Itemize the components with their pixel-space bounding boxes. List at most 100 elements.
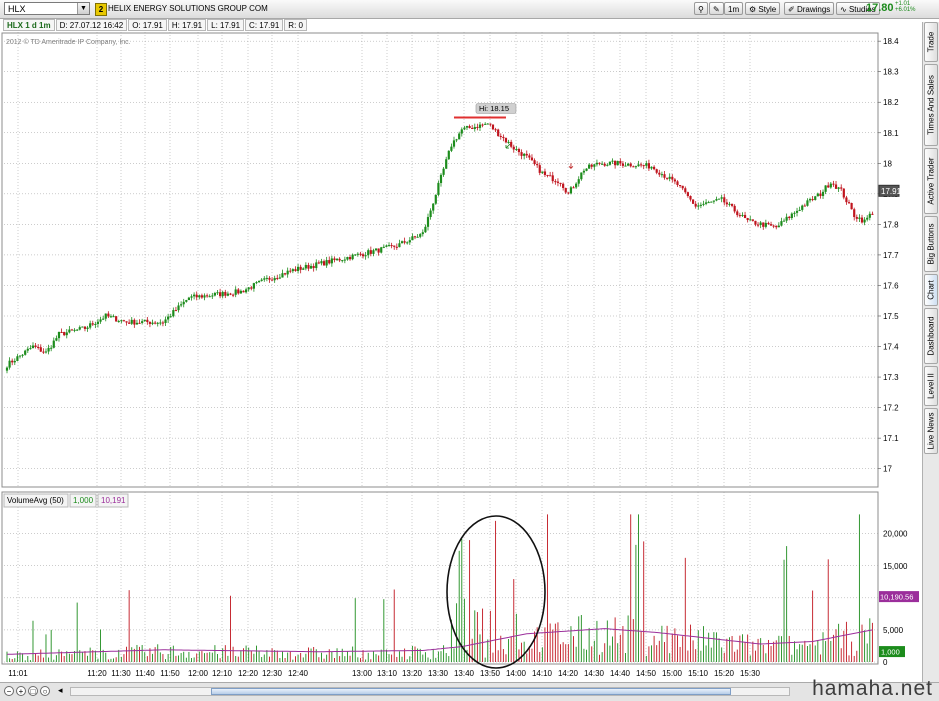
candle-body bbox=[130, 319, 133, 324]
candle-body bbox=[265, 277, 268, 279]
tab-big-buttons[interactable]: Big Buttons bbox=[924, 216, 938, 272]
candle-body bbox=[289, 270, 292, 272]
candle-body bbox=[782, 220, 786, 222]
candle-body bbox=[590, 164, 593, 167]
price-tick-label: 17.8 bbox=[883, 220, 899, 229]
candle-body bbox=[533, 160, 536, 165]
candle-body bbox=[426, 217, 430, 227]
candle-body bbox=[200, 295, 204, 298]
candle-body bbox=[302, 268, 305, 270]
price-tick-label: 18.2 bbox=[883, 98, 899, 107]
candle-body bbox=[595, 162, 599, 165]
candle-body bbox=[816, 193, 819, 197]
candle-body bbox=[317, 262, 320, 264]
candle-body bbox=[234, 289, 237, 295]
candle-body bbox=[377, 248, 380, 253]
candle-body bbox=[484, 123, 487, 125]
volume-tick-label: 20,000 bbox=[883, 530, 908, 539]
volume-axis: 20,00015,00010,0005,000010,190.561,000 bbox=[879, 530, 919, 667]
candle-body bbox=[671, 176, 674, 180]
interval-button[interactable]: 1m bbox=[724, 2, 744, 15]
candle-body bbox=[250, 287, 253, 289]
candle-body bbox=[606, 164, 609, 166]
candle-body bbox=[686, 192, 689, 197]
symbol-selector[interactable]: HLX ▼ bbox=[4, 2, 90, 15]
candle-body bbox=[146, 319, 149, 323]
candle-body bbox=[715, 199, 718, 201]
candle-body bbox=[447, 150, 450, 160]
candle-body bbox=[759, 222, 762, 225]
candle-body bbox=[691, 199, 695, 204]
price-tick-label: 18 bbox=[883, 159, 892, 168]
scroll-thumb[interactable] bbox=[211, 688, 731, 695]
studies-icon: ∿ bbox=[840, 5, 847, 14]
tab-chart[interactable]: Chart bbox=[924, 274, 938, 306]
price-tick-label: 18.1 bbox=[883, 129, 899, 138]
candle-body bbox=[109, 316, 113, 318]
candle-body bbox=[315, 262, 318, 269]
candle-body bbox=[203, 295, 206, 298]
candle-body bbox=[549, 175, 552, 177]
zoom-in-icon[interactable]: + bbox=[16, 686, 26, 696]
candle-body bbox=[775, 225, 778, 228]
style-button[interactable]: ⚙ Style bbox=[745, 2, 781, 15]
tab-trade[interactable]: Trade bbox=[924, 22, 938, 62]
candle-body bbox=[164, 319, 167, 324]
candle-body bbox=[819, 193, 822, 196]
candle-body bbox=[621, 163, 625, 166]
tab-times-and-sales[interactable]: Times And Sales bbox=[924, 64, 938, 146]
price-volume-chart[interactable]: 2012 © TD Ameritrade IP Company, Inc. Hi… bbox=[0, 32, 922, 682]
scroll-left-icon[interactable]: ◂ bbox=[58, 685, 63, 696]
watermark: hamaha.net bbox=[812, 677, 933, 700]
drawings-button[interactable]: ✐ Drawings bbox=[784, 2, 835, 15]
candle-body bbox=[263, 278, 266, 280]
time-scrollbar[interactable] bbox=[70, 687, 790, 696]
tab-level-ii[interactable]: Level II bbox=[924, 366, 938, 406]
volume-marker: 1,000 bbox=[881, 648, 900, 657]
candle-body bbox=[133, 319, 136, 325]
zoom-fit-icon[interactable]: □ bbox=[28, 686, 38, 696]
time-tick-label: 11:40 bbox=[135, 669, 155, 678]
candle-body bbox=[853, 209, 856, 218]
candle-body bbox=[640, 164, 643, 166]
tab-live-news[interactable]: Live News bbox=[924, 408, 938, 454]
tab-dashboard[interactable]: Dashboard bbox=[924, 308, 938, 364]
candle-body bbox=[564, 187, 567, 193]
zoom-reset-icon[interactable]: ○ bbox=[40, 686, 50, 696]
candle-body bbox=[416, 236, 419, 238]
period-label[interactable]: HLX 1 d 1m bbox=[3, 19, 55, 31]
volume-value: 1,000 bbox=[73, 496, 94, 505]
candle-body bbox=[102, 318, 105, 320]
pencil-icon[interactable]: ✎ bbox=[709, 2, 724, 15]
candle-body bbox=[242, 290, 245, 293]
candle-body bbox=[569, 187, 573, 194]
candle-body bbox=[44, 351, 48, 353]
chart-area[interactable]: 2012 © TD Ameritrade IP Company, Inc. Hi… bbox=[0, 32, 922, 682]
candle-body bbox=[5, 367, 9, 371]
candle-body bbox=[707, 202, 710, 204]
time-tick-label: 15:30 bbox=[740, 669, 761, 678]
candle-body bbox=[187, 297, 191, 301]
candle-body bbox=[60, 331, 63, 333]
chevron-down-icon[interactable]: ▼ bbox=[77, 3, 89, 14]
candle-body bbox=[13, 360, 16, 363]
candle-body bbox=[122, 320, 126, 322]
candle-body bbox=[756, 224, 760, 226]
candle-body bbox=[182, 301, 185, 305]
candle-body bbox=[231, 294, 235, 296]
buy-arrow-icon bbox=[505, 143, 511, 149]
price-axis: 18.418.318.218.11817.917.817.717.617.517… bbox=[878, 37, 902, 474]
zoom-out-icon[interactable]: − bbox=[4, 686, 14, 696]
tab-active-trader[interactable]: Active Trader bbox=[924, 148, 938, 214]
candle-body bbox=[762, 222, 765, 227]
candle-body bbox=[55, 338, 58, 341]
candle-body bbox=[769, 224, 773, 226]
pin-icon[interactable]: ⚲ bbox=[694, 2, 708, 15]
candle-body bbox=[572, 187, 575, 189]
candle-body bbox=[385, 245, 388, 247]
candle-body bbox=[367, 250, 370, 256]
candle-body bbox=[442, 168, 445, 175]
candle-body bbox=[736, 211, 739, 216]
candle-body bbox=[143, 319, 146, 322]
link-group-badge[interactable]: 2 bbox=[95, 3, 107, 16]
